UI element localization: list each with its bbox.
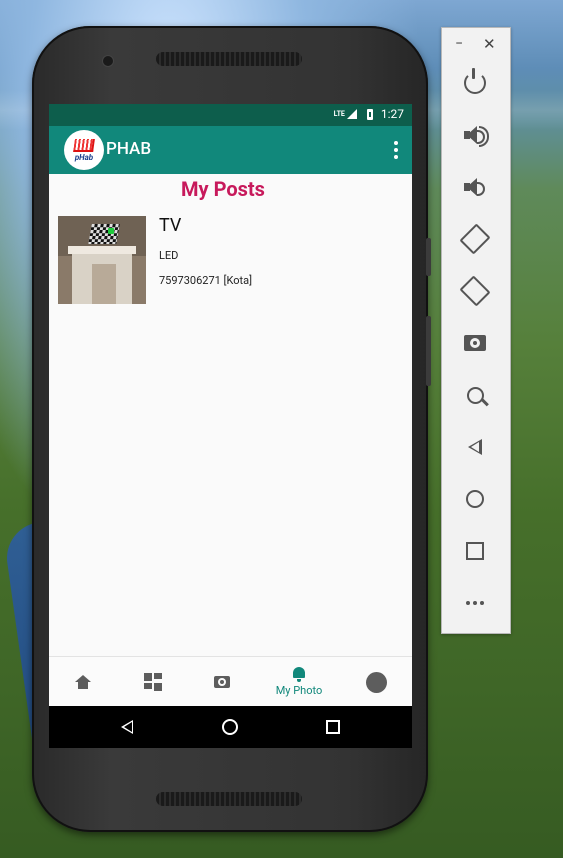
- emulator-home-button[interactable]: [452, 479, 498, 519]
- emulator-back-button[interactable]: [452, 427, 498, 467]
- page-title: My Posts: [181, 177, 265, 201]
- bottom-navigation: My Photo: [49, 656, 412, 707]
- nav-camera[interactable]: [192, 657, 252, 707]
- recents-icon[interactable]: [326, 720, 340, 734]
- home-icon: [75, 675, 91, 682]
- zoom-button[interactable]: [452, 375, 498, 415]
- post-title: TV: [159, 215, 182, 236]
- power-button[interactable]: [452, 63, 498, 103]
- nav-profile[interactable]: [346, 657, 406, 707]
- rotate-left-icon: [459, 223, 491, 255]
- rotate-right-button[interactable]: [452, 271, 498, 311]
- close-button[interactable]: ✕: [483, 35, 496, 53]
- emulator-overview-button[interactable]: [452, 531, 498, 571]
- volume-up-button[interactable]: [452, 115, 498, 155]
- overview-square-icon: [466, 542, 484, 560]
- status-bar: LTE 1:27: [49, 104, 412, 126]
- signal-icon: [346, 109, 357, 119]
- back-triangle-icon: [468, 439, 482, 455]
- rotate-left-button[interactable]: [452, 219, 498, 259]
- battery-icon: [366, 108, 373, 120]
- bell-icon: [293, 667, 305, 682]
- app-title: PHAB: [106, 139, 152, 159]
- back-icon[interactable]: [121, 720, 133, 734]
- more-dots-icon: [466, 601, 484, 605]
- camera-icon: [214, 676, 230, 688]
- minimize-button[interactable]: −: [455, 36, 463, 52]
- device-screen: LTE 1:27 pHab PHAB My Posts TV LED 75973…: [49, 104, 412, 748]
- rotate-right-icon: [459, 275, 491, 307]
- profile-icon: [365, 671, 387, 693]
- cart-icon: [73, 138, 95, 152]
- list-item[interactable]: TV LED 7597306271 [Kota]: [58, 215, 402, 304]
- top-speaker: [156, 52, 302, 66]
- logo-text: pHab: [74, 152, 94, 162]
- screenshot-button[interactable]: [452, 323, 498, 363]
- volume-down-button[interactable]: [452, 167, 498, 207]
- more-button[interactable]: [452, 583, 498, 623]
- front-camera: [103, 56, 113, 66]
- emulator-window-controls: − ✕: [442, 28, 510, 60]
- post-thumbnail[interactable]: [58, 216, 146, 304]
- home-circle-outline-icon: [466, 490, 484, 508]
- side-button-power[interactable]: [426, 238, 431, 276]
- emulator-toolbar: − ✕: [441, 27, 511, 634]
- side-button-volume[interactable]: [426, 316, 431, 386]
- lte-label: LTE: [333, 110, 345, 118]
- app-bar: pHab PHAB: [49, 126, 412, 174]
- zoom-icon: [466, 386, 484, 404]
- system-navigation-bar: [49, 706, 412, 748]
- nav-label-my-photo: My Photo: [275, 684, 323, 697]
- volume-down-icon: [464, 177, 486, 197]
- post-subtitle: LED: [159, 249, 179, 262]
- app-logo: pHab: [64, 130, 104, 170]
- screenshot-camera-icon: [464, 335, 486, 351]
- bottom-speaker: [156, 792, 302, 806]
- home-circle-icon[interactable]: [222, 719, 238, 735]
- nav-home[interactable]: [53, 657, 113, 707]
- overflow-menu-icon[interactable]: [394, 141, 398, 159]
- dashboard-icon: [144, 673, 162, 691]
- power-icon: [464, 68, 486, 94]
- nav-dashboard[interactable]: [123, 657, 183, 707]
- post-contact: 7597306271 [Kota]: [159, 274, 252, 287]
- volume-up-icon: [464, 125, 489, 147]
- nav-my-photo[interactable]: My Photo: [269, 657, 329, 707]
- status-time: 1:27: [380, 107, 404, 121]
